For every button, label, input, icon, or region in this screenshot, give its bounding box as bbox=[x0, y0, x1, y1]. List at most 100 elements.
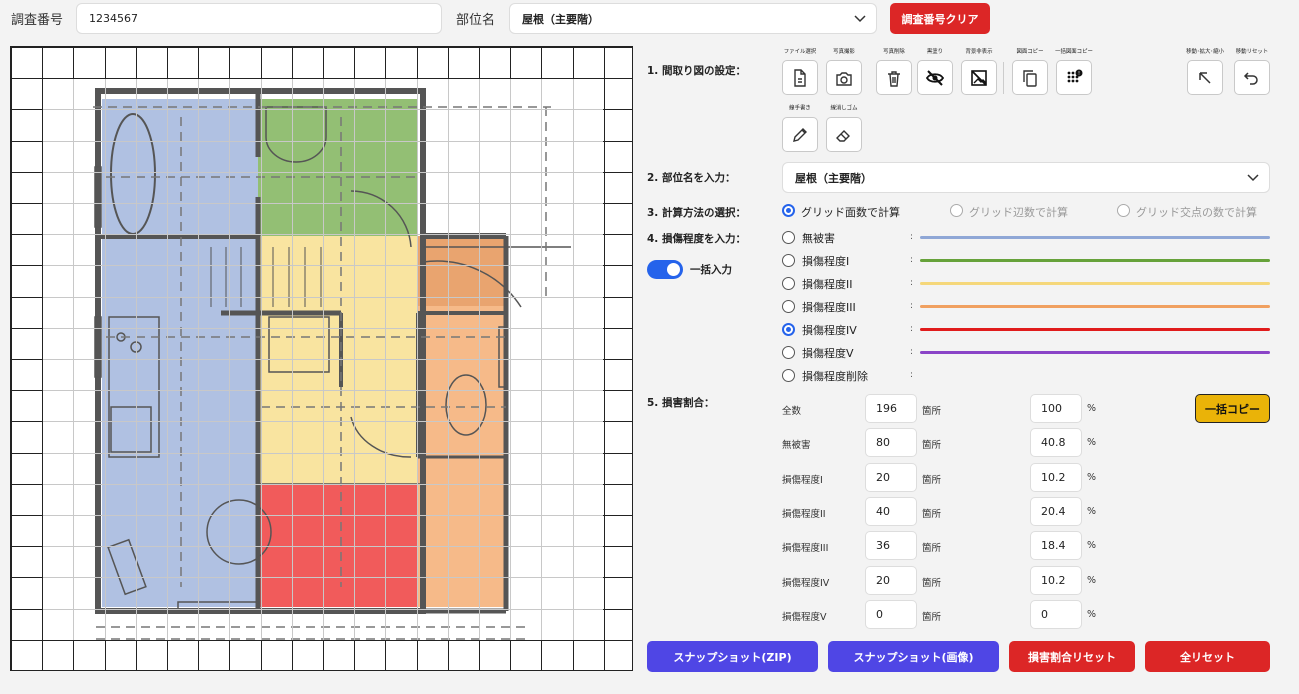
step4-label: 4. 損傷程度を入力： bbox=[647, 233, 746, 245]
bulk-input-toggle[interactable] bbox=[647, 260, 683, 279]
survey-number-input[interactable]: 1234567 bbox=[76, 3, 442, 34]
ratio-row-label: 損傷程度I bbox=[782, 474, 823, 486]
floor-plan-canvas[interactable] bbox=[10, 46, 633, 671]
ratio-count-input[interactable]: 40 bbox=[865, 496, 917, 526]
svg-text:!: ! bbox=[1078, 71, 1080, 77]
damage-level-color-line bbox=[920, 328, 1270, 331]
ratio-row-label: 損傷程度V bbox=[782, 611, 827, 623]
ratio-count-input[interactable]: 196 bbox=[865, 394, 917, 423]
toolbar-label: 写真撮影 bbox=[833, 48, 855, 55]
trash-icon bbox=[888, 70, 900, 87]
trash-button[interactable] bbox=[876, 60, 912, 95]
step5-label: 5. 損害割合： bbox=[647, 397, 715, 409]
camera-button[interactable] bbox=[826, 60, 862, 95]
ratio-percent-input[interactable]: 20.4 bbox=[1030, 496, 1082, 526]
calc-method-radio bbox=[1117, 204, 1130, 217]
damage-level-color-line bbox=[920, 259, 1270, 262]
ratio-count-input[interactable]: 20 bbox=[865, 462, 917, 492]
undo-button[interactable] bbox=[1234, 60, 1270, 95]
ratio-count-unit: 箇所 bbox=[922, 543, 942, 555]
damage-level-radio[interactable] bbox=[782, 346, 795, 359]
ratio-row-label: 無被害 bbox=[782, 440, 811, 452]
ratio-percent-unit: % bbox=[1087, 505, 1097, 517]
ratio-count-input[interactable]: 36 bbox=[865, 531, 917, 561]
ratio-row-label: 損傷程度IV bbox=[782, 577, 830, 589]
ratio-count-unit: 箇所 bbox=[922, 577, 942, 589]
eraser-button[interactable] bbox=[826, 117, 862, 152]
eye-off-button[interactable] bbox=[917, 60, 953, 95]
ratio-percent-unit: % bbox=[1087, 403, 1097, 414]
damage-level-radio[interactable] bbox=[782, 369, 795, 382]
ratio-count-input[interactable]: 20 bbox=[865, 565, 917, 595]
grid-copy-button[interactable]: ! bbox=[1056, 60, 1092, 95]
calc-method-label: グリッド面数で計算 bbox=[801, 206, 900, 219]
step1-label: 1. 間取り図の設定： bbox=[647, 65, 746, 77]
part-name-select[interactable]: 屋根（主要階） bbox=[509, 3, 877, 34]
damage-level-colon: : bbox=[910, 255, 914, 265]
calc-method-label: グリッド交点の数で計算 bbox=[1136, 206, 1257, 219]
damage-level-label: 損傷程度V bbox=[802, 347, 854, 360]
damage-level-radio[interactable] bbox=[782, 323, 795, 336]
reset-all-button[interactable]: 全リセット bbox=[1145, 641, 1270, 672]
ratio-percent-input[interactable]: 100 bbox=[1030, 394, 1082, 423]
image-off-button[interactable] bbox=[961, 60, 997, 95]
damage-level-label: 損傷程度III bbox=[802, 301, 856, 314]
copy-button[interactable] bbox=[1012, 60, 1048, 95]
damage-level-label: 損傷程度I bbox=[802, 255, 850, 268]
arrow-up-left-button[interactable] bbox=[1187, 60, 1223, 95]
ratio-percent-unit: % bbox=[1087, 540, 1097, 552]
ratio-percent-input[interactable]: 0 bbox=[1030, 599, 1082, 629]
ratio-percent-input[interactable]: 40.8 bbox=[1030, 428, 1082, 458]
toolbar-label: 移動･拡大･縮小 bbox=[1186, 48, 1224, 55]
chevron-down-icon bbox=[1247, 173, 1259, 181]
ratio-count-unit: 箇所 bbox=[922, 440, 942, 452]
ratio-percent-unit: % bbox=[1087, 437, 1097, 449]
image-off-icon bbox=[971, 69, 987, 86]
toolbar-label: 背景非表示 bbox=[965, 48, 993, 55]
clear-survey-button[interactable]: 調査番号クリア bbox=[890, 3, 990, 34]
damage-level-radio[interactable] bbox=[782, 300, 795, 313]
ratio-count-unit: 箇所 bbox=[922, 406, 942, 417]
snapshot-zip-button[interactable]: スナップショット(ZIP) bbox=[647, 641, 818, 672]
part-name-select-value: 屋根（主要階） bbox=[522, 12, 599, 26]
calc-method-radio[interactable] bbox=[782, 204, 795, 217]
ratio-count-unit: 箇所 bbox=[922, 474, 942, 486]
grid-copy-icon: ! bbox=[1067, 69, 1083, 82]
damage-level-label: 損傷程度IV bbox=[802, 324, 857, 337]
file-icon bbox=[794, 68, 806, 87]
bulk-copy-button[interactable]: 一括コピー bbox=[1195, 394, 1270, 423]
camera-icon bbox=[836, 71, 852, 86]
damage-level-colon: : bbox=[910, 347, 914, 357]
ratio-percent-unit: % bbox=[1087, 608, 1097, 620]
arrow-up-left-icon bbox=[1199, 71, 1211, 84]
ratio-count-input[interactable]: 0 bbox=[865, 599, 917, 629]
damage-level-radio[interactable] bbox=[782, 277, 795, 290]
ratio-row-label: 全数 bbox=[782, 406, 802, 417]
toolbar-divider bbox=[1003, 62, 1004, 94]
reset-ratio-button[interactable]: 損害割合リセット bbox=[1009, 641, 1135, 672]
damage-level-colon: : bbox=[910, 301, 914, 311]
toolbar-label: 移動リセット bbox=[1235, 48, 1269, 55]
damage-level-radio[interactable] bbox=[782, 231, 795, 244]
damage-level-colon: : bbox=[910, 278, 914, 288]
ratio-count-input[interactable]: 80 bbox=[865, 428, 917, 458]
ratio-percent-input[interactable]: 10.2 bbox=[1030, 565, 1082, 595]
ratio-percent-unit: % bbox=[1087, 574, 1097, 586]
pencil-button[interactable] bbox=[782, 117, 818, 152]
calc-method-label: グリッド辺数で計算 bbox=[969, 206, 1068, 219]
snapshot-image-button[interactable]: スナップショット(画像) bbox=[828, 641, 999, 672]
ratio-row-label: 損傷程度II bbox=[782, 508, 826, 520]
part-select[interactable]: 屋根（主要階） bbox=[782, 162, 1270, 193]
damage-level-radio[interactable] bbox=[782, 254, 795, 267]
damage-level-color-line bbox=[920, 282, 1270, 285]
damage-level-label: 損傷程度削除 bbox=[802, 370, 868, 383]
damage-level-color-line bbox=[920, 236, 1270, 239]
file-button[interactable] bbox=[782, 60, 818, 95]
step2-label: 2. 部位名を入力： bbox=[647, 172, 736, 184]
ratio-percent-unit: % bbox=[1087, 471, 1097, 483]
ratio-percent-input[interactable]: 18.4 bbox=[1030, 531, 1082, 561]
ratio-percent-input[interactable]: 10.2 bbox=[1030, 462, 1082, 492]
ratio-row-label: 損傷程度III bbox=[782, 543, 829, 555]
damage-level-label: 損傷程度II bbox=[802, 278, 853, 291]
damage-level-colon: : bbox=[910, 324, 914, 334]
